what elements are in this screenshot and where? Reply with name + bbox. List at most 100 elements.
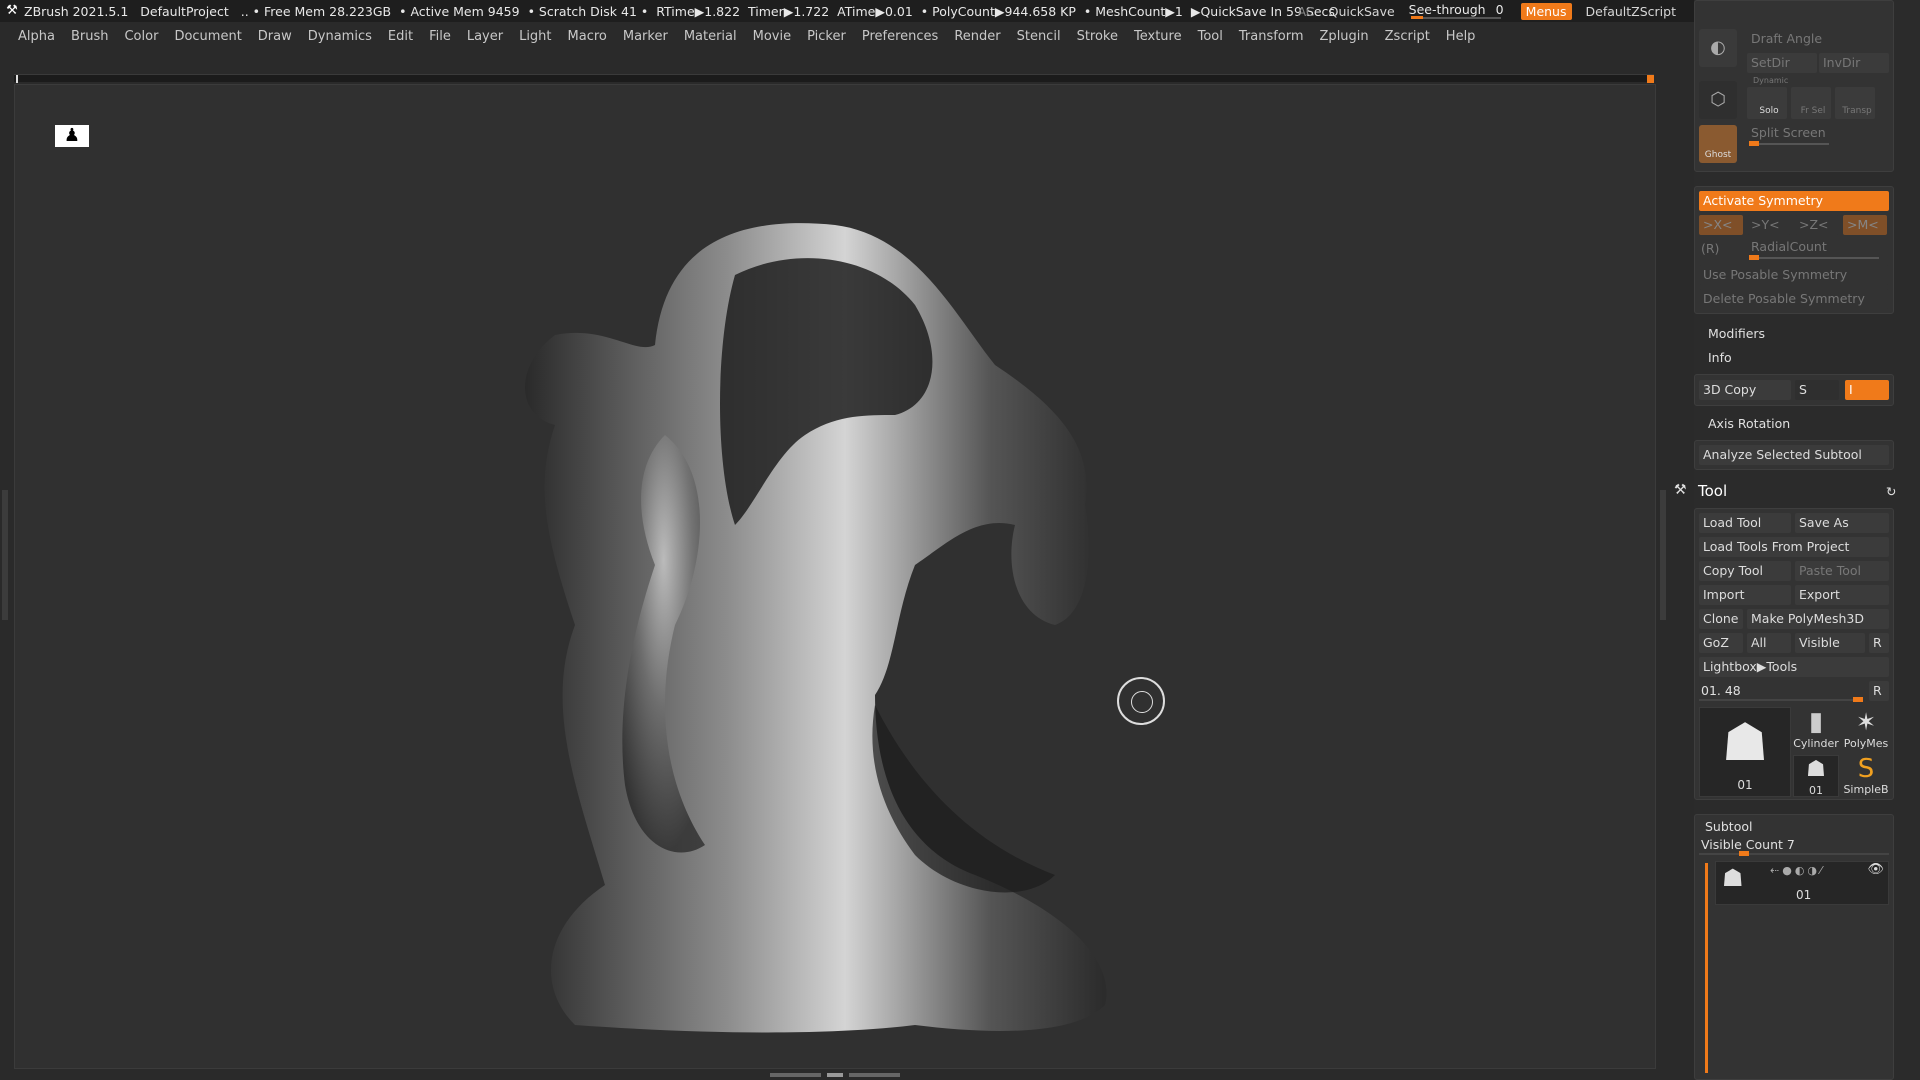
- menu-zplugin[interactable]: Zplugin: [1312, 29, 1377, 44]
- visible-count-slider[interactable]: [1699, 851, 1889, 856]
- menu-texture[interactable]: Texture: [1126, 29, 1190, 44]
- solo-button[interactable]: Solo: [1747, 87, 1787, 119]
- sym-y-button[interactable]: >Y<: [1747, 215, 1791, 235]
- goz-button[interactable]: GoZ: [1699, 633, 1743, 653]
- menu-document[interactable]: Document: [166, 29, 249, 44]
- tool-thumb-small[interactable]: ☗ 01: [1793, 755, 1839, 797]
- menu-preferences[interactable]: Preferences: [854, 29, 946, 44]
- visible-count[interactable]: Visible Count 7: [1701, 837, 1795, 852]
- subtool-scrollbar[interactable]: [1705, 863, 1708, 1073]
- subtool-options-icons[interactable]: ⇠●◐◑⁄: [1770, 864, 1825, 877]
- default-zscript[interactable]: DefaultZScript: [1586, 4, 1677, 19]
- analyze-button[interactable]: Analyze Selected Subtool: [1699, 445, 1889, 465]
- toggle-icon[interactable]: ◐: [1699, 29, 1737, 67]
- quicksave-button[interactable]: QuickSave: [1329, 4, 1395, 19]
- menu-dynamics[interactable]: Dynamics: [300, 29, 380, 44]
- refresh-icon[interactable]: ↻: [1886, 484, 1896, 499]
- tool-thumb-main-label: 01: [1737, 778, 1753, 792]
- radial-count[interactable]: RadialCount: [1751, 239, 1827, 254]
- main-menu: Alpha Brush Color Document Draw Dynamics Edit F…: [0, 24, 1690, 48]
- menu-render[interactable]: Render: [946, 29, 1008, 44]
- cube-icon[interactable]: ⬡: [1699, 81, 1737, 119]
- right-tray-handle[interactable]: [1660, 490, 1666, 620]
- tool-slider[interactable]: [1699, 697, 1863, 702]
- split-screen[interactable]: Split Screen: [1751, 125, 1826, 140]
- copy-tool-button[interactable]: Copy Tool: [1699, 561, 1791, 581]
- hammer-icon: ⚒: [1674, 482, 1687, 498]
- sym-x-button[interactable]: >X<: [1699, 215, 1743, 235]
- menu-movie[interactable]: Movie: [745, 29, 799, 44]
- menu-transform[interactable]: Transform: [1231, 29, 1312, 44]
- transp-button[interactable]: Transp: [1835, 87, 1875, 119]
- sym-m-button[interactable]: >M<: [1843, 215, 1887, 235]
- split-screen-slider[interactable]: [1749, 141, 1829, 146]
- menu-draw[interactable]: Draw: [250, 29, 300, 44]
- clone-button[interactable]: Clone: [1699, 609, 1743, 629]
- info-label[interactable]: Info: [1708, 350, 1732, 365]
- tool-thumb-cylinder[interactable]: ▮ Cylinder: [1793, 707, 1839, 751]
- menu-light[interactable]: Light: [511, 29, 559, 44]
- menu-material[interactable]: Material: [676, 29, 745, 44]
- save-as-button[interactable]: Save As: [1795, 513, 1889, 533]
- delete-posable-symmetry[interactable]: Delete Posable Symmetry: [1699, 289, 1889, 309]
- tool-thumb-polymesh[interactable]: ✶ PolyMes: [1841, 707, 1891, 751]
- frsel-button[interactable]: Fr Sel: [1791, 87, 1831, 119]
- tool-thumb-small-label: 01: [1809, 784, 1823, 797]
- menu-file[interactable]: File: [421, 29, 459, 44]
- project-name[interactable]: DefaultProject: [140, 4, 228, 19]
- menu-color[interactable]: Color: [116, 29, 166, 44]
- timeline-ruler[interactable]: [14, 74, 1654, 83]
- tool-title[interactable]: Tool: [1698, 482, 1727, 500]
- load-from-project-button[interactable]: Load Tools From Project: [1699, 537, 1889, 557]
- paste-tool-button[interactable]: Paste Tool: [1795, 561, 1889, 581]
- goz-visible-button[interactable]: Visible: [1795, 633, 1865, 653]
- bottom-tray-handle[interactable]: [770, 1071, 900, 1079]
- sym-z-button[interactable]: >Z<: [1795, 215, 1839, 235]
- tool-thumb-simple[interactable]: S SimpleB: [1841, 755, 1891, 797]
- activate-symmetry-button[interactable]: Activate Symmetry: [1699, 191, 1889, 211]
- menu-alpha[interactable]: Alpha: [0, 29, 63, 44]
- see-through-slider[interactable]: See-through 0: [1409, 2, 1507, 20]
- menu-stencil[interactable]: Stencil: [1009, 29, 1069, 44]
- modifiers-label[interactable]: Modifiers: [1708, 326, 1765, 341]
- subtool-label[interactable]: Subtool: [1705, 819, 1752, 834]
- document-canvas[interactable]: ♟: [14, 84, 1656, 1069]
- menu-edit[interactable]: Edit: [380, 29, 421, 44]
- draft-angle[interactable]: Draft Angle: [1751, 31, 1822, 46]
- copy3d-button[interactable]: 3D Copy: [1699, 380, 1791, 400]
- eye-icon[interactable]: 👁: [1867, 862, 1884, 877]
- menu-brush[interactable]: Brush: [63, 29, 117, 44]
- menus-button[interactable]: Menus: [1520, 2, 1572, 20]
- current-tool-name[interactable]: 01. 48: [1701, 683, 1741, 698]
- symmetry-box: Activate Symmetry >X< >Y< >Z< >M< (R) Ra…: [1694, 186, 1894, 314]
- left-tray-handle[interactable]: [2, 490, 8, 620]
- subtool-item[interactable]: ☗ ⇠●◐◑⁄ 👁 01: [1715, 861, 1889, 905]
- menu-zscript[interactable]: Zscript: [1377, 29, 1438, 44]
- radial-r-button[interactable]: (R): [1701, 241, 1719, 256]
- use-posable-symmetry[interactable]: Use Posable Symmetry: [1699, 265, 1889, 285]
- make-polymesh-button[interactable]: Make PolyMesh3D: [1747, 609, 1889, 629]
- axis-rotation-label[interactable]: Axis Rotation: [1708, 416, 1790, 431]
- setdir-button[interactable]: SetDir: [1747, 53, 1817, 73]
- import-button[interactable]: Import: [1699, 585, 1791, 605]
- ghost-button[interactable]: Ghost: [1699, 125, 1737, 163]
- ac-label[interactable]: AC: [1298, 4, 1315, 19]
- invdir-button[interactable]: InvDir: [1819, 53, 1889, 73]
- tool-thumb-main[interactable]: ☗ 01: [1699, 707, 1791, 797]
- radial-count-slider[interactable]: [1749, 255, 1879, 260]
- tool-r-button[interactable]: R: [1869, 681, 1889, 701]
- lightbox-tools-button[interactable]: Lightbox▶Tools: [1699, 657, 1889, 677]
- menu-picker[interactable]: Picker: [799, 29, 854, 44]
- load-tool-button[interactable]: Load Tool: [1699, 513, 1791, 533]
- export-button[interactable]: Export: [1795, 585, 1889, 605]
- menu-macro[interactable]: Macro: [560, 29, 615, 44]
- copy3d-s[interactable]: S: [1795, 380, 1839, 400]
- goz-all-button[interactable]: All: [1747, 633, 1791, 653]
- menu-marker[interactable]: Marker: [615, 29, 676, 44]
- menu-tool[interactable]: Tool: [1190, 29, 1231, 44]
- copy3d-i[interactable]: I: [1845, 380, 1889, 400]
- menu-help[interactable]: Help: [1438, 29, 1484, 44]
- menu-stroke[interactable]: Stroke: [1069, 29, 1126, 44]
- menu-layer[interactable]: Layer: [459, 29, 511, 44]
- goz-r-button[interactable]: R: [1869, 633, 1889, 653]
